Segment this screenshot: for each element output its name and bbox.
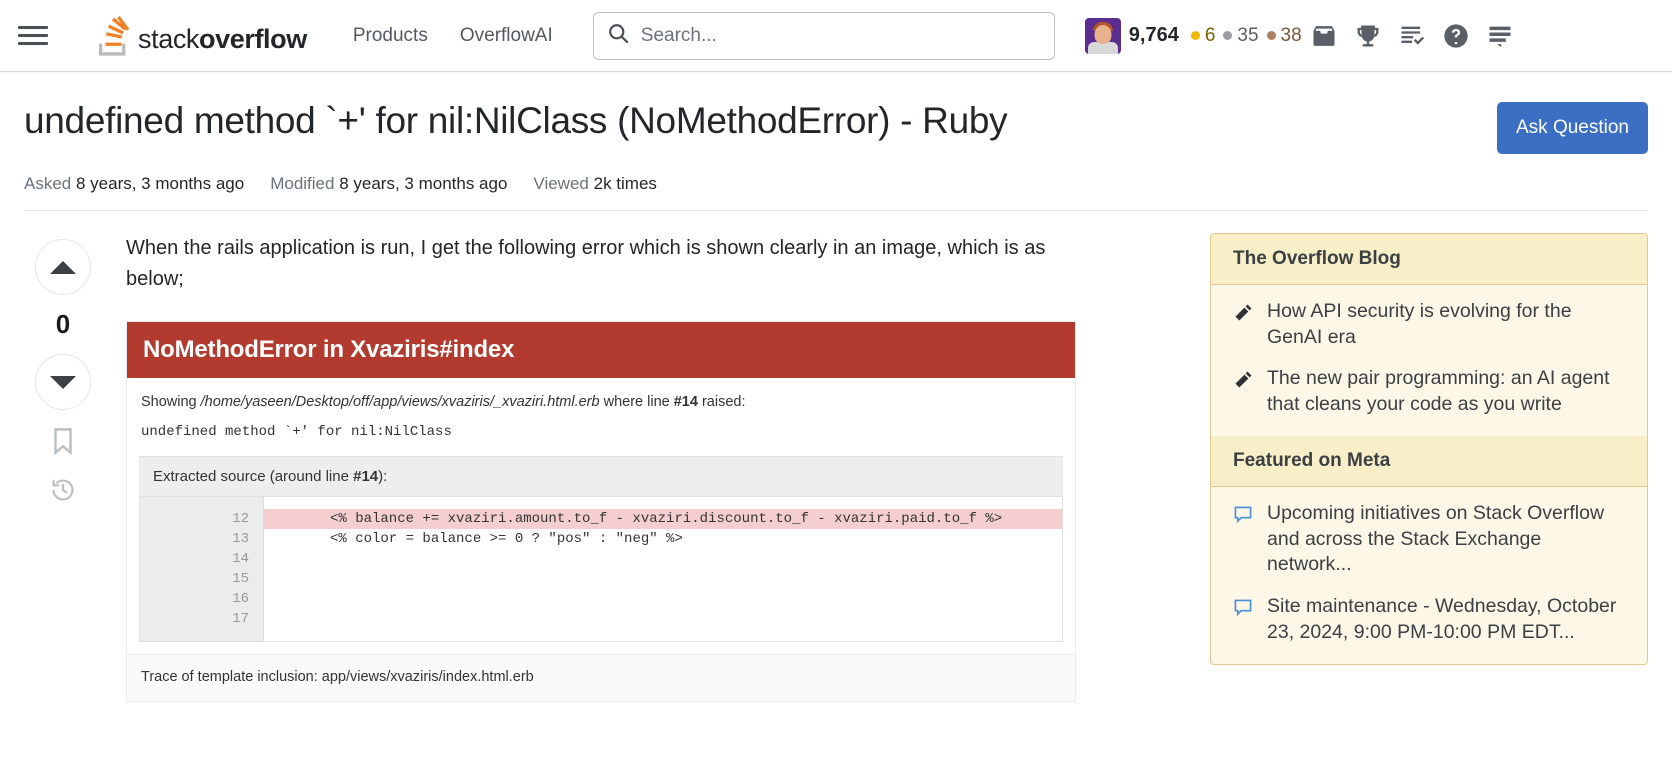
avatar[interactable]: [1084, 17, 1121, 54]
silver-badge-count[interactable]: 35: [1223, 24, 1259, 47]
ask-question-button[interactable]: Ask Question: [1497, 102, 1648, 154]
downvote-arrow-icon: [50, 375, 76, 389]
user-profile-section[interactable]: 9,764 6 35 38: [1084, 17, 1302, 54]
speech-bubble-icon: [1233, 505, 1253, 530]
showing-suffix: raised:: [697, 394, 746, 410]
sidebar-blog-item-text: How API security is evolving for the Gen…: [1267, 300, 1572, 348]
bookmark-icon[interactable]: [50, 426, 76, 461]
code-lines: <% balance += xvaziri.amount.to_f - xvaz…: [264, 497, 1062, 641]
question-metadata: Asked 8 years, 3 months ago Modified 8 y…: [24, 174, 1648, 211]
line-number: 16: [232, 591, 249, 607]
line-number: 13: [232, 531, 249, 547]
search-placeholder-text: Search...: [640, 24, 717, 46]
question-body-text: When the rails application is run, I get…: [126, 237, 1046, 290]
code-line-highlighted: <% balance += xvaziri.amount.to_f - xvaz…: [264, 509, 1062, 529]
error-screenshot-image: NoMethodError in Xvaziris#index Showing …: [126, 321, 1076, 702]
list-item[interactable]: Upcoming initiatives on Stack Overflow a…: [1233, 501, 1625, 578]
trophy-icon[interactable]: [1346, 14, 1390, 58]
error-showing-line: Showing /home/yaseen/Desktop/off/app/vie…: [127, 378, 1075, 410]
list-item[interactable]: How API security is evolving for the Gen…: [1233, 299, 1625, 350]
vote-controls: 0: [24, 233, 102, 702]
pencil-icon: [1233, 303, 1253, 328]
bronze-badge-count[interactable]: 38: [1266, 24, 1302, 47]
list-item[interactable]: The new pair programming: an AI agent th…: [1233, 366, 1625, 417]
downvote-button[interactable]: [35, 354, 91, 410]
question-layout: 0 When the rails application is run, I g…: [24, 233, 1648, 702]
error-heading: NoMethodError in Xvaziris#index: [127, 322, 1075, 378]
code-line-numbers: 12 13 14 15 16 17: [140, 497, 264, 641]
inbox-icon[interactable]: [1302, 14, 1346, 58]
meta-asked-label: Asked: [24, 174, 72, 193]
code-line: <% color = balance >= 0 ? "pos" : "neg" …: [330, 531, 683, 547]
page-title: undefined method `+' for nil:NilClass (N…: [24, 100, 1008, 141]
bronze-badge-icon: [1266, 31, 1276, 40]
gold-badge-value: 6: [1204, 24, 1216, 46]
meta-modified-value: 8 years, 3 months ago: [339, 174, 508, 193]
meta-viewed-label: Viewed: [533, 174, 589, 193]
silver-badge-icon: [1223, 31, 1233, 40]
meta-viewed-value: 2k times: [593, 174, 657, 193]
sidebar-blog-header: The Overflow Blog: [1211, 234, 1647, 285]
line-number: 17: [232, 611, 249, 627]
bronze-badge-value: 38: [1280, 24, 1302, 46]
sidebar-meta-item-text: Upcoming initiatives on Stack Overflow a…: [1267, 501, 1605, 576]
meta-viewed: Viewed 2k times: [533, 174, 656, 194]
extracted-source-label: Extracted source (around line #14):: [139, 456, 1063, 497]
sidebar-meta-header: Featured on Meta: [1211, 435, 1647, 487]
site-switcher-icon[interactable]: [1478, 14, 1522, 58]
upvote-arrow-icon: [50, 260, 76, 274]
silver-badge-value: 35: [1237, 24, 1259, 46]
search-icon: [608, 23, 629, 49]
meta-asked-value: 8 years, 3 months ago: [75, 174, 245, 193]
meta-asked: Asked 8 years, 3 months ago: [24, 174, 244, 194]
list-item[interactable]: Site maintenance - Wednesday, October 23…: [1233, 594, 1625, 645]
sidebar-blog-item-text: The new pair programming: an AI agent th…: [1267, 367, 1610, 416]
error-trace-line: Trace of template inclusion: app/views/x…: [127, 654, 1075, 701]
meta-modified-label: Modified: [270, 174, 335, 193]
showing-mid: where line: [599, 394, 674, 410]
sidebar-blog-list: How API security is evolving for the Gen…: [1211, 285, 1647, 436]
help-icon[interactable]: [1434, 14, 1478, 58]
extracted-suffix: ):: [378, 468, 388, 485]
code-block: 12 13 14 15 16 17 <% balance += xvaziri.…: [139, 497, 1063, 642]
sidebar-meta-list: Upcoming initiatives on Stack Overflow a…: [1211, 487, 1647, 664]
stackoverflow-logo[interactable]: stackoverflow: [66, 15, 307, 56]
review-queue-icon[interactable]: [1390, 14, 1434, 58]
pencil-icon: [1233, 370, 1253, 395]
hamburger-menu-icon[interactable]: [18, 19, 52, 53]
nav-item-products[interactable]: Products: [337, 15, 444, 57]
reputation-score: 9,764: [1128, 24, 1179, 46]
gold-badge-count[interactable]: 6: [1190, 24, 1216, 47]
extracted-prefix: Extracted source (around line: [153, 468, 354, 485]
sidebar: The Overflow Blog How API security is ev…: [1210, 233, 1648, 665]
page-content: undefined method `+' for nil:NilClass (N…: [0, 72, 1672, 702]
logo-wordmark: stackoverflow: [138, 23, 307, 56]
sidebar-meta-item-text: Site maintenance - Wednesday, October 23…: [1267, 595, 1617, 643]
meta-modified: Modified 8 years, 3 months ago: [270, 174, 507, 194]
error-message: undefined method `+' for nil:NilClass: [141, 424, 452, 440]
showing-prefix: Showing: [141, 394, 201, 410]
showing-line-number: #14: [673, 394, 698, 410]
search-input[interactable]: Search...: [592, 11, 1055, 60]
search-container: Search...: [592, 11, 1055, 60]
top-navigation-bar: stackoverflow Products OverflowAI Search…: [0, 0, 1672, 72]
history-icon[interactable]: [50, 477, 76, 508]
speech-bubble-icon: [1233, 598, 1253, 623]
logo-stack-text: stack: [138, 23, 200, 54]
logo-overflow-text: overflow: [199, 23, 307, 54]
nav-item-overflowai[interactable]: OverflowAI: [444, 15, 569, 57]
line-number: 15: [232, 571, 249, 587]
upvote-button[interactable]: [35, 239, 91, 295]
extracted-line-number: #14: [353, 468, 379, 485]
vote-count: 0: [55, 309, 71, 339]
question-header: undefined method `+' for nil:NilClass (N…: [24, 72, 1648, 154]
showing-path: /home/yaseen/Desktop/off/app/views/xvazi…: [200, 394, 600, 410]
gold-badge-icon: [1190, 31, 1200, 40]
question-body: When the rails application is run, I get…: [126, 233, 1186, 702]
line-number: 14: [232, 551, 249, 567]
stackoverflow-logo-icon: [96, 15, 130, 56]
line-number: 12: [232, 511, 249, 527]
